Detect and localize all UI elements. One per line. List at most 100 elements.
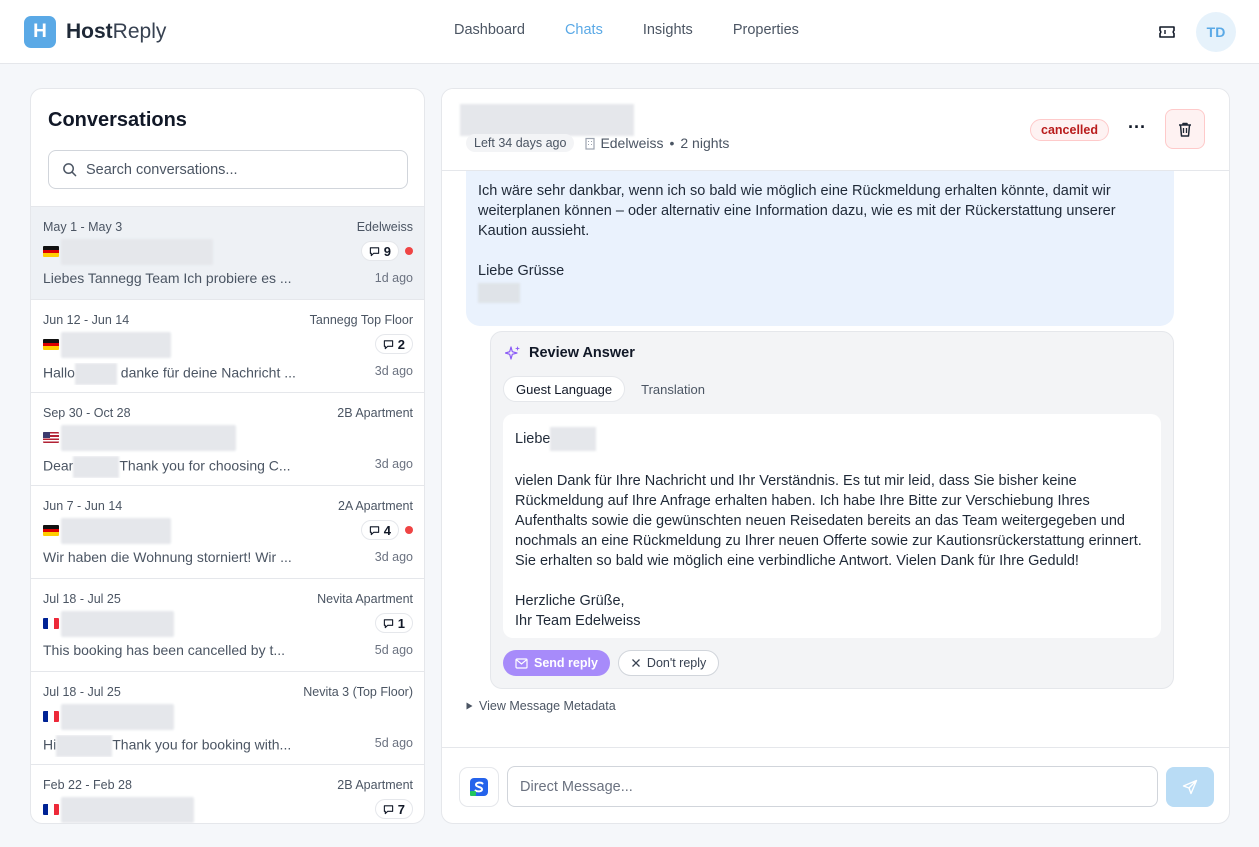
guest-name-redacted — [61, 518, 171, 544]
send-icon — [1182, 779, 1198, 795]
send-message-button[interactable] — [1166, 767, 1214, 807]
flag-de-icon — [43, 525, 59, 536]
review-answer-title: Review Answer — [505, 345, 635, 361]
stay-status-pill: Left 34 days ago — [466, 134, 575, 152]
booking-meta: Left 34 days ago Edelweiss • 2 nights — [466, 134, 729, 152]
ticket-icon[interactable] — [1158, 24, 1176, 40]
chat-bubble-icon — [383, 618, 393, 628]
message-count-badge: 2 — [374, 334, 413, 354]
flag-fr-icon — [43, 711, 59, 722]
chat-bubble-icon — [369, 525, 379, 535]
nav-properties[interactable]: Properties — [733, 22, 799, 38]
direct-message-input[interactable] — [507, 766, 1158, 807]
booking-property: Edelweiss — [600, 135, 664, 151]
conversation-dates: Jun 12 - Jun 14 — [43, 313, 130, 327]
conversation-item[interactable]: Jul 18 - Jul 25 Nevita 3 (Top Floor) Hi T… — [31, 671, 424, 764]
app-name: HostReply — [66, 20, 167, 43]
guest-name-redacted — [61, 797, 194, 823]
conversation-dates: Jun 7 - Jun 14 — [43, 499, 123, 513]
integration-logo-icon[interactable] — [459, 767, 499, 807]
answer-greeting: Liebe — [515, 427, 1149, 451]
nav-chats[interactable]: Chats — [565, 22, 603, 38]
conversation-time: 3d ago — [374, 550, 413, 564]
caret-right-icon — [466, 702, 473, 710]
search-icon — [63, 163, 77, 177]
search-input[interactable] — [86, 161, 386, 178]
conversation-preview: This booking has been cancelled by t... — [43, 642, 286, 658]
guest-message-bubble: Ich wäre sehr dankbar, wenn ich so bald … — [466, 171, 1174, 326]
guest-name-redacted — [61, 425, 236, 451]
guest-name-redacted — [61, 332, 171, 358]
nav-insights[interactable]: Insights — [643, 22, 693, 38]
more-options-button[interactable]: ··· — [1126, 117, 1148, 143]
guest-name-redacted — [460, 104, 634, 136]
review-actions: Send reply Don't reply — [503, 650, 720, 676]
search-box[interactable] — [48, 150, 408, 189]
conversation-item[interactable]: Feb 22 - Feb 28 2B Apartment 7 — [31, 764, 424, 823]
conversation-item[interactable]: Jul 18 - Jul 25 Nevita Apartment 1 This … — [31, 578, 424, 671]
message-count-badge: 7 — [374, 799, 413, 819]
conversation-property: Nevita 3 (Top Floor) — [303, 685, 413, 699]
conversation-dates: Jul 18 - Jul 25 — [43, 685, 121, 699]
user-avatar[interactable]: TD — [1196, 12, 1236, 52]
conversation-preview: Hallo danke für deine Nachricht ... — [43, 363, 313, 385]
close-icon — [631, 659, 640, 667]
flag-fr-icon — [43, 618, 59, 629]
nav-dashboard[interactable]: Dashboard — [454, 22, 525, 38]
message-count-badge: 9 — [360, 241, 399, 261]
answer-text-box[interactable]: Liebe vielen Dank für Ihre Nachricht und… — [503, 414, 1161, 638]
conversation-item[interactable]: Sep 30 - Oct 28 2B Apartment Dear Thank y… — [31, 392, 424, 485]
send-reply-button[interactable]: Send reply — [503, 650, 610, 676]
view-metadata-toggle[interactable]: View Message Metadata — [466, 699, 616, 713]
app-logo[interactable]: H HostReply — [24, 16, 166, 48]
conversation-item[interactable]: May 1 - May 3 Edelweiss 9 Liebes Tannegg… — [31, 206, 424, 299]
conversation-property: 2A Apartment — [337, 499, 413, 513]
conversation-time: 1d ago — [374, 271, 413, 285]
conversation-time: 3d ago — [374, 364, 413, 378]
unread-dot — [405, 247, 413, 255]
status-badge: cancelled — [1030, 119, 1109, 141]
mail-icon — [515, 657, 528, 669]
chat-bubble-icon — [369, 246, 379, 256]
review-answer-card: Review Answer Guest Language Translation… — [490, 331, 1174, 689]
conversation-dates: Feb 22 - Feb 28 — [43, 778, 132, 792]
main-nav: Dashboard Chats Insights Properties — [454, 22, 839, 38]
guest-signature-redacted — [478, 283, 520, 303]
conversation-preview: Hi Thank you for booking with... — [43, 735, 313, 757]
conversation-time: 3d ago — [374, 457, 413, 471]
chat-panel: Left 34 days ago Edelweiss • 2 nights ca… — [441, 88, 1230, 824]
flag-us-icon — [43, 432, 59, 443]
conversation-dates: Sep 30 - Oct 28 — [43, 406, 131, 420]
conversation-time: 5d ago — [374, 736, 413, 750]
guest-message-closing: Liebe Grüsse — [478, 263, 565, 279]
conversation-preview: Wir haben die Wohnung storniert! Wir ... — [43, 549, 292, 565]
chat-messages: Ich wäre sehr dankbar, wenn ich so bald … — [442, 171, 1229, 747]
answer-body: vielen Dank für Ihre Nachricht und Ihr V… — [515, 473, 1142, 569]
building-icon — [585, 137, 596, 150]
message-composer — [442, 747, 1229, 823]
flag-fr-icon — [43, 804, 59, 815]
trash-icon — [1179, 122, 1191, 137]
guest-name-redacted — [61, 611, 174, 637]
conversations-panel: Conversations May 1 - May 3 Edelweiss 9 … — [30, 88, 425, 824]
conversations-title: Conversations — [48, 109, 187, 131]
conversation-item[interactable]: Jun 7 - Jun 14 2A Apartment 4 Wir haben … — [31, 485, 424, 578]
delete-button[interactable] — [1165, 109, 1205, 149]
dont-reply-button[interactable]: Don't reply — [617, 650, 720, 676]
conversation-property: 2B Apartment — [337, 778, 413, 792]
message-count-badge: 1 — [374, 613, 413, 633]
chat-bubble-icon — [383, 339, 393, 349]
conversation-property: Edelweiss — [356, 220, 413, 234]
tab-translation[interactable]: Translation — [629, 376, 717, 402]
conversation-time: 5d ago — [374, 643, 413, 657]
unread-dot — [405, 526, 413, 534]
guest-name-redacted — [61, 704, 174, 730]
conversation-property: 2B Apartment — [337, 406, 413, 420]
conversation-dates: Jul 18 - Jul 25 — [43, 592, 121, 606]
conversation-preview: Liebes Tannegg Team Ich probiere es ... — [43, 270, 292, 286]
s-brand-icon — [470, 778, 488, 796]
tab-guest-language[interactable]: Guest Language — [503, 376, 626, 402]
conversation-item[interactable]: Jun 12 - Jun 14 Tannegg Top Floor 2 Hall… — [31, 299, 424, 392]
conversation-dates: May 1 - May 3 — [43, 220, 123, 234]
message-count-badge: 4 — [360, 520, 399, 540]
